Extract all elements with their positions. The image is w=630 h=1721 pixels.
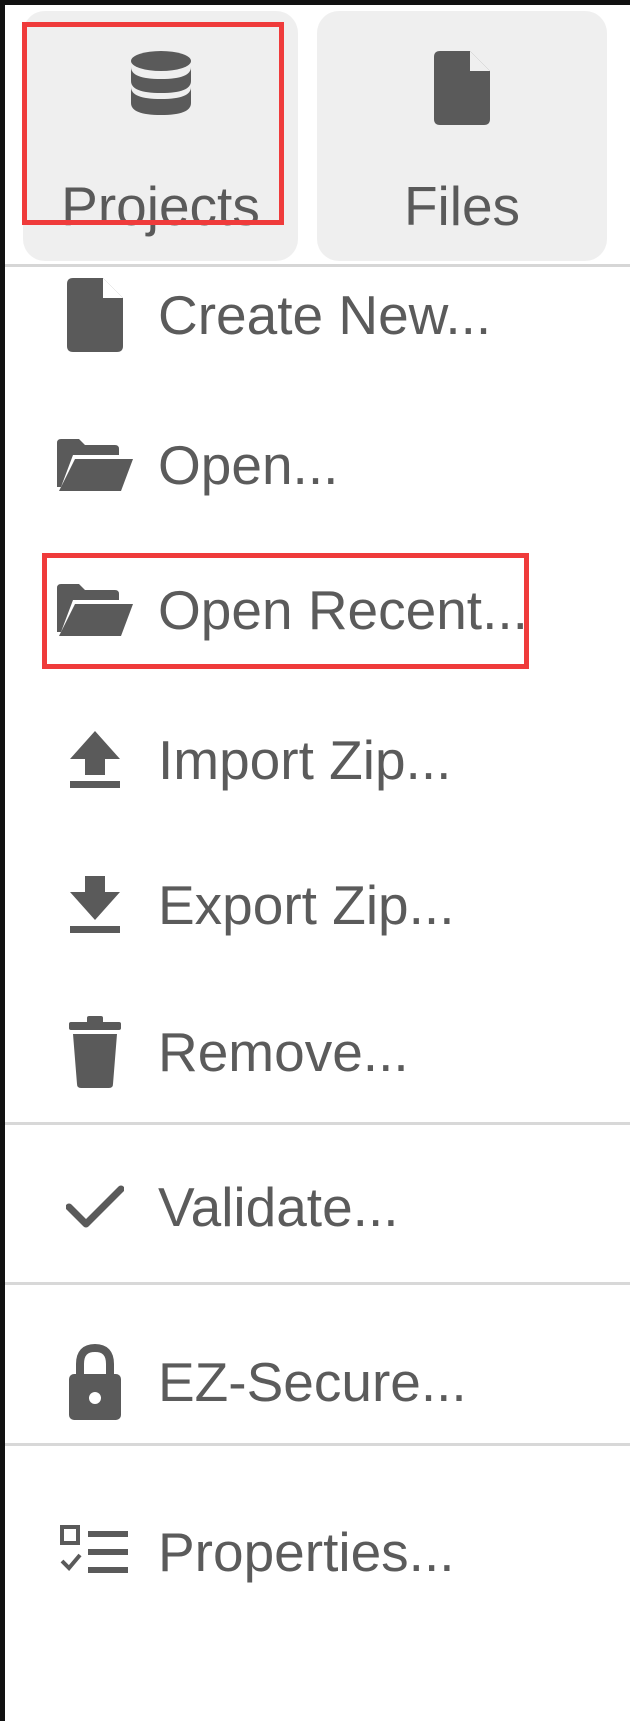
menu-item-label: Remove...	[158, 1021, 409, 1083]
menu-item-open[interactable]: Open...	[5, 405, 630, 525]
menu-item-label: Export Zip...	[158, 874, 455, 936]
menu-item-label: Validate...	[158, 1176, 399, 1238]
menu-item-remove[interactable]: Remove...	[5, 992, 630, 1112]
upload-icon	[47, 700, 142, 820]
tab-projects-label: Projects	[61, 175, 260, 237]
menu-item-export-zip[interactable]: Export Zip...	[5, 845, 630, 965]
tab-bar: Projects Files	[5, 5, 630, 263]
tab-files[interactable]: Files	[317, 11, 607, 261]
menu-separator	[5, 1443, 630, 1446]
folder-open-icon	[47, 405, 142, 525]
menu-item-label: Import Zip...	[158, 729, 452, 791]
menu-separator	[5, 1282, 630, 1285]
file-icon	[317, 51, 607, 125]
trash-icon	[47, 992, 142, 1112]
menu-item-label: EZ-Secure...	[158, 1351, 467, 1413]
menu-item-label: Properties...	[158, 1521, 455, 1583]
menu-item-import-zip[interactable]: Import Zip...	[5, 700, 630, 820]
database-icon	[23, 51, 298, 123]
menu-item-validate[interactable]: Validate...	[5, 1147, 630, 1267]
checklist-icon	[47, 1492, 142, 1612]
menu-item-label: Open Recent...	[158, 579, 528, 641]
menu-item-open-recent[interactable]: Open Recent...	[5, 550, 630, 670]
file-icon	[47, 255, 142, 375]
tab-files-label: Files	[403, 175, 521, 237]
menu-item-ez-secure[interactable]: EZ-Secure...	[5, 1322, 630, 1442]
menu-item-label: Open...	[158, 434, 339, 496]
menu-item-properties[interactable]: Properties...	[5, 1492, 630, 1612]
tab-projects[interactable]: Projects	[23, 11, 298, 261]
menu-item-label: Create New...	[158, 284, 492, 346]
check-icon	[47, 1147, 142, 1267]
menu-item-create-new[interactable]: Create New...	[5, 255, 630, 375]
folder-open-icon	[47, 550, 142, 670]
download-icon	[47, 845, 142, 965]
menu-separator	[5, 1122, 630, 1125]
lock-icon	[47, 1322, 142, 1442]
